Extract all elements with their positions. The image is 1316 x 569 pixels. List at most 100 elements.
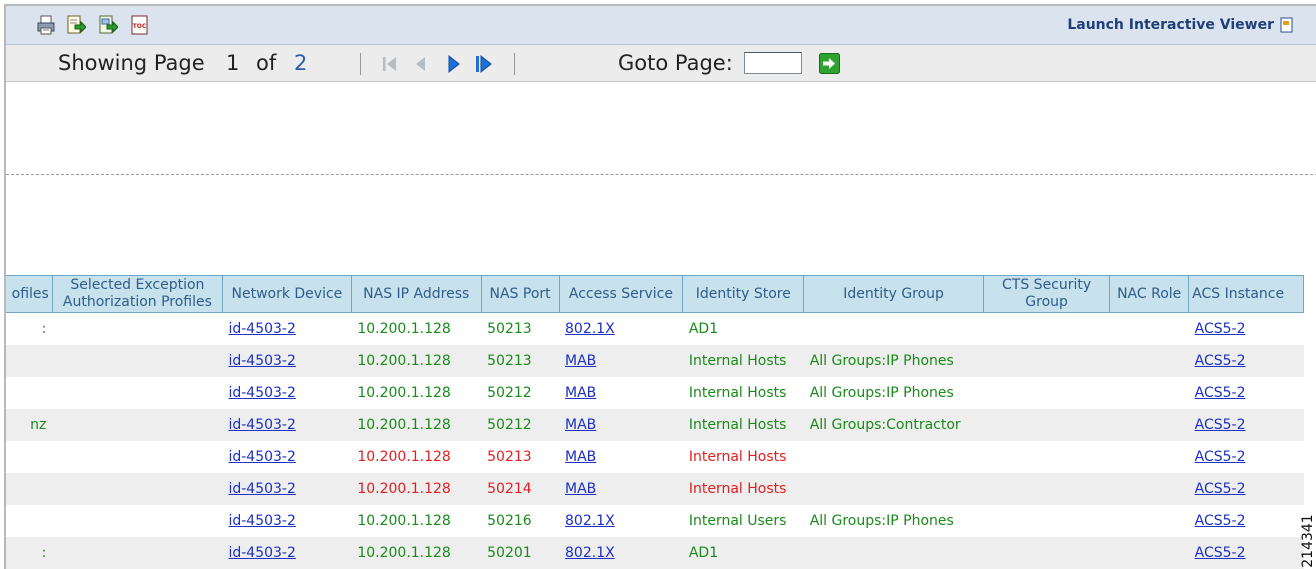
device-link[interactable]: id-4503-2	[228, 353, 295, 369]
table-cell: ACS5-2	[1188, 409, 1304, 441]
service-link[interactable]: MAB	[565, 417, 596, 433]
instance-link[interactable]: ACS5-2	[1195, 545, 1246, 561]
table-cell	[983, 505, 1109, 537]
instance-link[interactable]: ACS5-2	[1195, 417, 1246, 433]
table-cell	[6, 377, 52, 409]
table-cell: 50213	[481, 345, 559, 377]
table-cell: :	[6, 537, 53, 569]
table-cell	[6, 345, 53, 377]
pager-divider	[360, 53, 361, 75]
table-cell	[803, 537, 984, 569]
table-cell: id-4503-2	[222, 345, 352, 377]
goto-page-input[interactable]	[744, 52, 802, 74]
table-cell	[6, 441, 52, 473]
table-cell: 10.200.1.128	[351, 409, 482, 441]
export-content-icon[interactable]	[98, 15, 119, 35]
instance-link[interactable]: ACS5-2	[1195, 481, 1246, 497]
instance-link[interactable]: ACS5-2	[1195, 385, 1246, 401]
page-break-line	[6, 174, 1316, 175]
device-link[interactable]: id-4503-2	[228, 385, 295, 401]
table-cell: 802.1X	[559, 313, 683, 346]
table-row[interactable]: id-4503-2 10.200.1.128 50216 802.1X Internal…	[6, 505, 1304, 537]
service-link[interactable]: MAB	[565, 449, 596, 465]
service-link[interactable]: 802.1X	[565, 321, 615, 337]
device-link[interactable]: id-4503-2	[228, 481, 295, 497]
table-cell	[1109, 537, 1189, 569]
first-page-icon[interactable]	[380, 54, 402, 74]
device-link[interactable]: id-4503-2	[228, 513, 295, 529]
table-cell: id-4503-2	[222, 377, 351, 409]
instance-link[interactable]: ACS5-2	[1195, 353, 1246, 369]
showing-page-label: Showing Page	[58, 51, 205, 75]
device-link[interactable]: id-4503-2	[228, 321, 295, 337]
table-cell: Internal Hosts	[682, 345, 804, 377]
table-cell	[1109, 473, 1189, 505]
table-cell	[1110, 441, 1189, 473]
service-link[interactable]: 802.1X	[565, 513, 615, 529]
column-header[interactable]: NAS Port	[480, 275, 560, 313]
table-cell: 50214	[481, 473, 559, 505]
column-header[interactable]: NAC Role	[1109, 275, 1190, 313]
previous-page-icon[interactable]	[411, 54, 433, 74]
table-row[interactable]: id-4503-2 10.200.1.128 50212 MAB Internal Ho…	[6, 377, 1304, 409]
service-link[interactable]: 802.1X	[565, 545, 615, 561]
device-link[interactable]: id-4503-2	[228, 417, 295, 433]
column-header[interactable]: CTS Security Group	[982, 275, 1111, 313]
table-row[interactable]: : id-4503-2 10.200.1.128 50201 802.1X AD1 ACS5…	[6, 537, 1304, 569]
device-link[interactable]: id-4503-2	[228, 545, 295, 561]
instance-link[interactable]: ACS5-2	[1195, 321, 1246, 337]
next-page-icon[interactable]	[444, 54, 466, 74]
service-link[interactable]: MAB	[565, 385, 596, 401]
column-header[interactable]: ACS Instance	[1188, 275, 1304, 313]
table-cell: id-4503-2	[222, 537, 352, 569]
toc-icon[interactable]: TOC	[130, 15, 150, 35]
column-header[interactable]: Identity Store	[682, 275, 805, 313]
last-page-icon[interactable]	[474, 54, 496, 74]
table-row[interactable]: id-4503-2 10.200.1.128 50213 MAB Internal Ho…	[6, 441, 1304, 473]
report-toolbar: TOC Launch Interactive Viewer	[6, 6, 1316, 45]
launch-interactive-viewer-link[interactable]: Launch Interactive Viewer	[1067, 17, 1274, 33]
go-arrow-icon[interactable]	[819, 53, 840, 74]
table-row[interactable]: id-4503-2 10.200.1.128 50213 MAB Internal Ho…	[6, 345, 1304, 377]
table-cell	[52, 409, 223, 441]
table-cell: id-4503-2	[222, 313, 351, 346]
table-cell: MAB	[559, 441, 683, 473]
column-header[interactable]: NAS IP Address	[350, 275, 482, 313]
table-cell	[1110, 313, 1189, 346]
column-header[interactable]: Access Service	[558, 275, 684, 313]
instance-link[interactable]: ACS5-2	[1195, 513, 1246, 529]
table-cell: 10.200.1.128	[357, 449, 451, 465]
document-icon[interactable]	[1280, 17, 1294, 33]
service-link[interactable]: MAB	[565, 353, 596, 369]
table-cell: MAB	[559, 377, 683, 409]
table-header-row: ofiles Selected Exception Authorization …	[6, 275, 1304, 313]
print-icon[interactable]	[36, 15, 56, 35]
table-cell: Internal Hosts	[688, 449, 787, 465]
table-row[interactable]: : id-4503-2 10.200.1.128 50213 802.1X AD1 ACS5…	[6, 313, 1304, 346]
table-cell	[1109, 345, 1189, 377]
table-cell: 802.1X	[559, 505, 683, 537]
table-cell: 10.200.1.128	[357, 513, 451, 529]
table-cell: 10.200.1.128	[351, 537, 482, 569]
device-link[interactable]: id-4503-2	[228, 449, 295, 465]
pagination-bar: Showing Page 1 of 2 Goto Page:	[6, 45, 1316, 82]
table-cell: All Groups:Contractor	[803, 409, 984, 441]
table-cell	[983, 537, 1110, 569]
table-cell	[52, 345, 223, 377]
table-cell: id-4503-2	[222, 441, 351, 473]
table-cell: Internal Hosts	[682, 473, 804, 505]
column-header[interactable]: Network Device	[221, 275, 352, 313]
table-cell: 50213	[487, 321, 532, 337]
table-row[interactable]: nz id-4503-2 10.200.1.128 50212 MAB Internal …	[6, 409, 1304, 441]
table-row[interactable]: id-4503-2 10.200.1.128 50214 MAB Internal Ho…	[6, 473, 1304, 505]
instance-link[interactable]: ACS5-2	[1195, 449, 1246, 465]
service-link[interactable]: MAB	[565, 481, 596, 497]
export-data-icon[interactable]	[66, 15, 87, 35]
column-header[interactable]: Selected Exception Authorization Profile…	[51, 275, 223, 313]
table-cell: Internal Hosts	[682, 409, 804, 441]
table-cell: Internal Hosts	[688, 385, 787, 401]
table-cell	[52, 377, 222, 409]
column-header[interactable]: Identity Group	[803, 275, 984, 313]
table-cell	[1110, 505, 1189, 537]
column-header[interactable]: ofiles	[6, 275, 53, 313]
